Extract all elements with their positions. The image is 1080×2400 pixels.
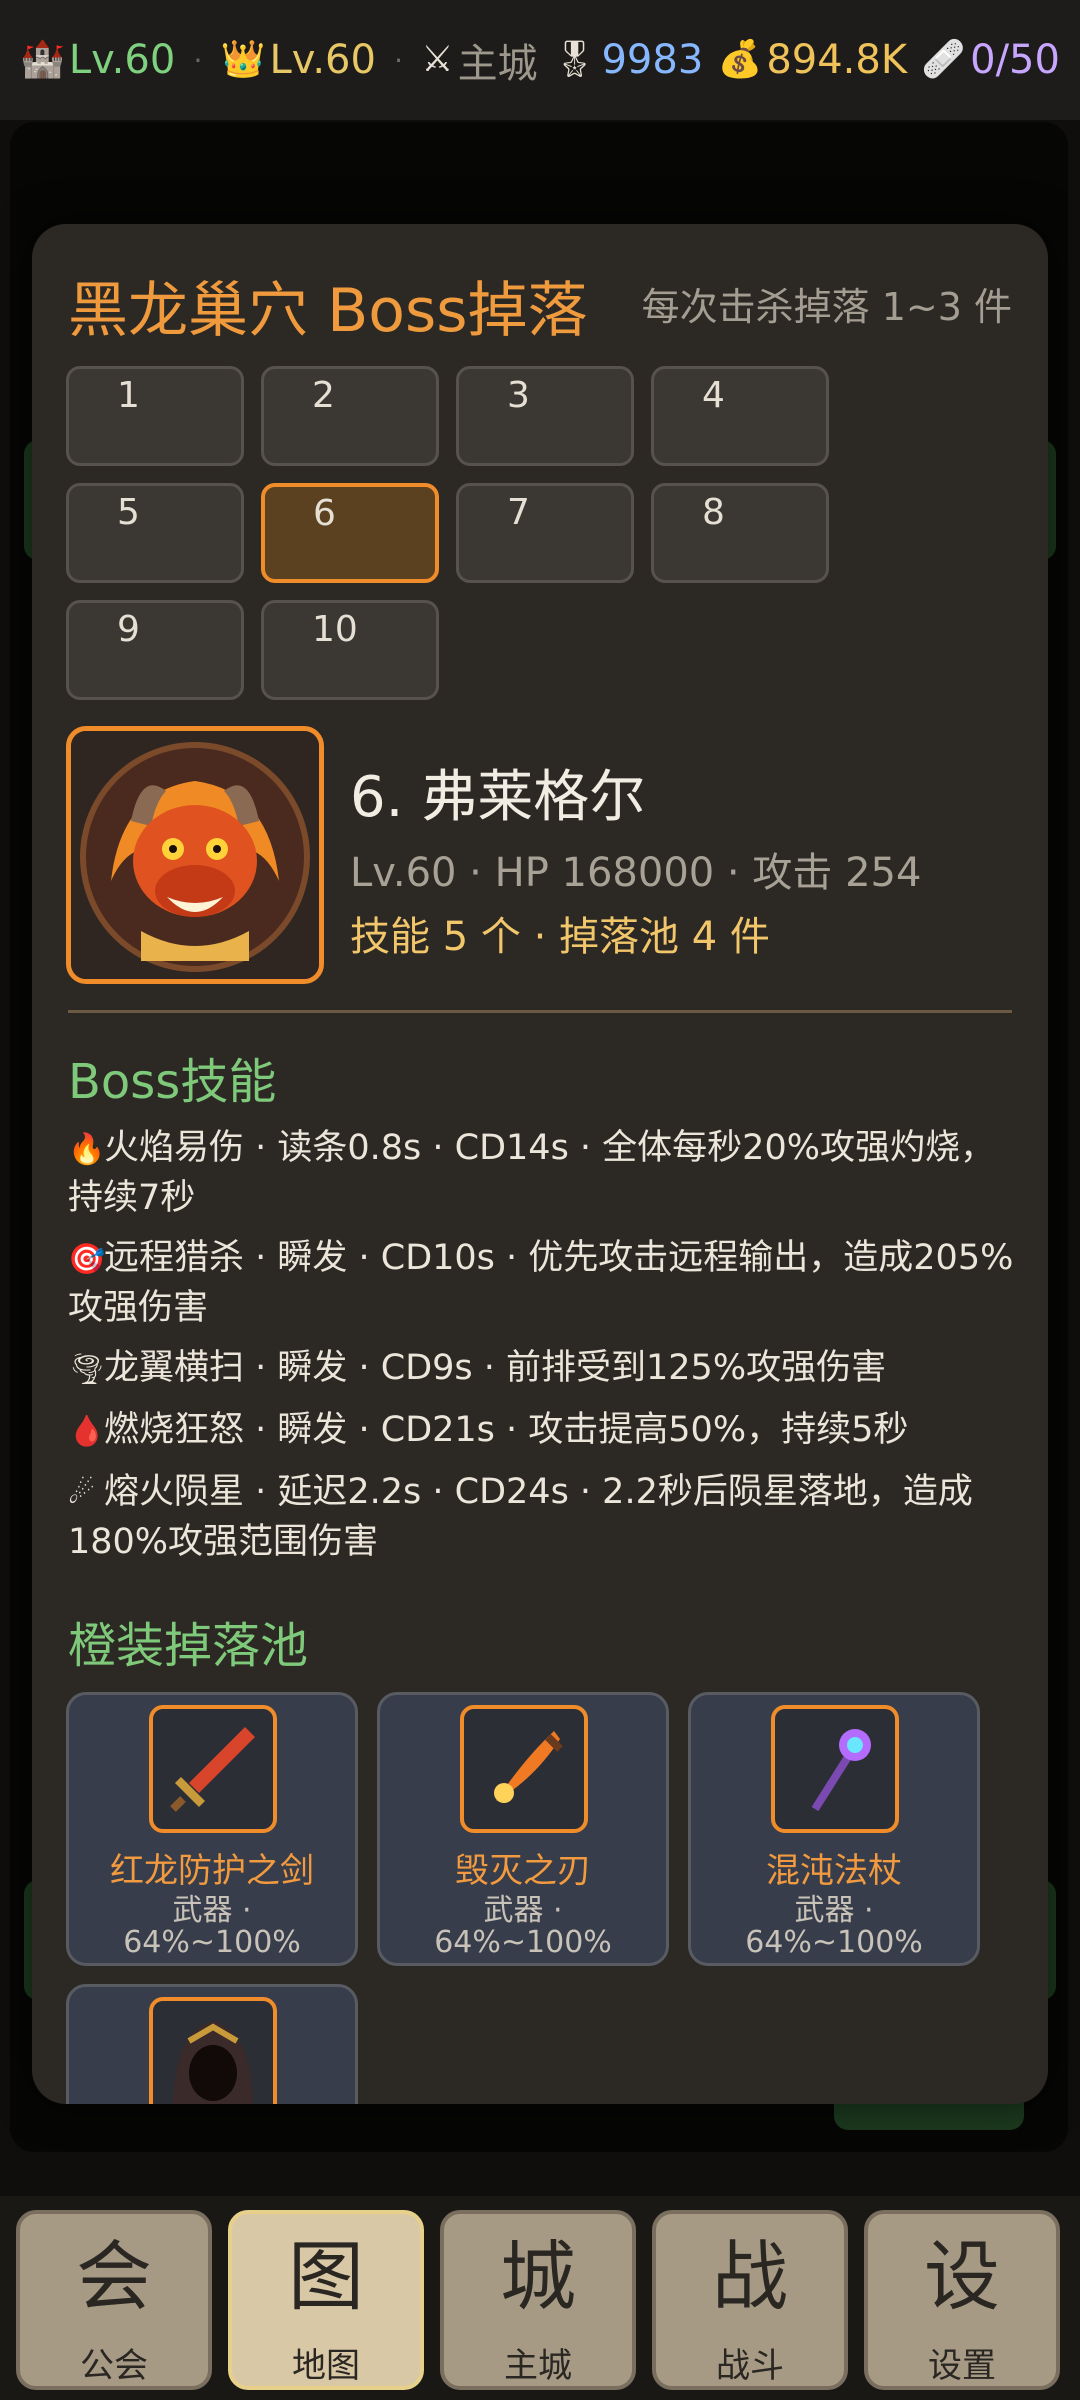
nav-label: 主城	[504, 2346, 572, 2386]
bottom-nav: 会 公会 图 地图 城 主城 战 战斗 设 设置	[0, 2196, 1080, 2400]
nav-label: 战斗	[716, 2346, 784, 2386]
skill-item: 🔥火焰易伤 · 读条0.8s · CD14s · 全体每秒20%攻强灼烧，持续7…	[68, 1124, 1028, 1222]
boss-name: 6. 弗莱格尔	[350, 765, 646, 830]
loot-section-title: 橙装掉落池	[68, 1618, 309, 1674]
loot-grid: 红龙防护之剑 武器 · 64%~100% 毁灭之刃 武器 · 64%~100%	[66, 1692, 1026, 2104]
crossed-swords-icon: ⚔	[421, 39, 454, 80]
boss-summary: 技能 5 个 · 掉落池 4 件	[350, 914, 770, 960]
boss-tab-4[interactable]: 4	[651, 366, 829, 466]
crown-level-value: Lv.60	[269, 37, 376, 83]
divider	[68, 1010, 1012, 1013]
nav-map[interactable]: 图 地图	[228, 2210, 424, 2390]
castle-icon: 🏰	[20, 39, 65, 80]
boss-tab-7[interactable]: 7	[456, 483, 634, 583]
skill-item: 🌪龙翼横扫 · 瞬发 · CD9s · 前排受到125%攻强伤害	[68, 1344, 1028, 1394]
separator-dot: ·	[193, 43, 203, 77]
crown-level-stat: 👑 Lv.60	[221, 37, 376, 83]
loot-type: 武器 ·	[794, 1893, 874, 1928]
dialog-title: 黑龙巢穴 Boss掉落	[68, 276, 588, 346]
medal-value: 9983	[601, 37, 704, 83]
loot-type: 武器 ·	[483, 1893, 563, 1928]
skill-item: 🩸燃烧狂怒 · 瞬发 · CD21s · 攻击提高50%，持续5秒	[68, 1406, 1028, 1456]
boss-tab-2[interactable]: 2	[261, 366, 439, 466]
nav-city[interactable]: 城 主城	[440, 2210, 636, 2390]
loot-item[interactable]: 混沌法杖 武器 · 64%~100%	[688, 1692, 980, 1966]
money-bag-icon: 💰	[717, 39, 763, 80]
skill-list: 🔥火焰易伤 · 读条0.8s · CD14s · 全体每秒20%攻强灼烧，持续7…	[68, 1124, 1028, 1578]
boss-tab-8[interactable]: 8	[651, 483, 829, 583]
city-icon: 城	[500, 2232, 576, 2321]
skill-item: 🎯远程猎杀 · 瞬发 · CD10s · 优先攻击远程输出，造成205%攻强伤害	[68, 1234, 1028, 1332]
map-icon: 图	[288, 2232, 364, 2321]
blade-icon	[460, 1705, 588, 1833]
staff-icon	[771, 1705, 899, 1833]
boss-tab-3[interactable]: 3	[456, 366, 634, 466]
blood-drop-icon: 🩸	[68, 1414, 106, 1449]
separator-dot: ·	[394, 43, 404, 77]
skill-item: ☄ 熔火陨星 · 延迟2.2s · CD24s · 2.2秒后陨星落地，造成180…	[68, 1468, 1028, 1566]
skill-text: 熔火陨星 · 延迟2.2s · CD24s · 2.2秒后陨星落地，造成180%…	[68, 1472, 973, 1562]
red-dragon-icon	[71, 731, 319, 979]
guild-icon: 会	[76, 2232, 152, 2321]
settings-icon: 设	[924, 2232, 1000, 2321]
hood-icon	[149, 1997, 277, 2104]
tornado-icon: 🌪	[68, 1352, 107, 1387]
nav-battle[interactable]: 战 战斗	[652, 2210, 848, 2390]
medal-icon: 🎖	[551, 39, 598, 80]
loot-item[interactable]: 红龙防护之剑 武器 · 64%~100%	[66, 1692, 358, 1966]
boss-portrait	[66, 726, 324, 984]
boss-tab-6-selected[interactable]: 6	[261, 483, 439, 583]
skill-text: 龙翼横扫 · 瞬发 · CD9s · 前排受到125%攻强伤害	[104, 1348, 887, 1388]
meteor-icon: ☄	[68, 1476, 95, 1511]
fire-icon: 🔥	[68, 1132, 106, 1167]
skills-section-title: Boss技能	[68, 1054, 277, 1110]
battle-icon: 战	[712, 2232, 788, 2321]
loot-type: 武器 ·	[172, 1893, 252, 1928]
castle-level-value: Lv.60	[68, 37, 176, 83]
nav-settings[interactable]: 设 设置	[864, 2210, 1060, 2390]
nav-label: 公会	[80, 2346, 148, 2386]
gold-value: 894.8K	[766, 37, 908, 83]
medal-stat: 🎖 9983	[552, 37, 704, 83]
skill-text: 远程猎杀 · 瞬发 · CD10s · 优先攻击远程输出，造成205%攻强伤害	[68, 1238, 1014, 1328]
target-icon: 🎯	[68, 1242, 106, 1277]
skill-text: 燃烧狂怒 · 瞬发 · CD21s · 攻击提高50%，持续5秒	[104, 1410, 909, 1450]
boss-tab-10[interactable]: 10	[261, 600, 439, 700]
nav-label: 地图	[292, 2346, 360, 2386]
bandage-icon: 🩹	[921, 39, 967, 80]
loot-range: 64%~100%	[745, 1925, 923, 1960]
capacity-value: 0/50	[970, 37, 1060, 83]
loot-range: 64%~100%	[434, 1925, 612, 1960]
loot-item[interactable]: 毁灭之刃 武器 · 64%~100%	[377, 1692, 669, 1966]
castle-level-stat: 🏰 Lv.60	[20, 37, 175, 83]
boss-stats: Lv.60 · HP 168000 · 攻击 254	[350, 850, 922, 896]
status-bar: 🏰 Lv.60 · 👑 Lv.60 · ⚔ 主城 🎖 9983 💰 894.8K…	[0, 0, 1080, 120]
boss-tab-1[interactable]: 1	[66, 366, 244, 466]
boss-tab-5[interactable]: 5	[66, 483, 244, 583]
gold-stat: 💰 894.8K	[718, 37, 908, 83]
loot-range: 64%~100%	[123, 1925, 301, 1960]
crown-icon: 👑	[220, 39, 266, 80]
location-stat: ⚔ 主城	[421, 31, 537, 89]
loot-item[interactable]	[66, 1984, 358, 2104]
drop-count-hint: 每次击杀掉落 1~3 件	[641, 285, 1012, 329]
boss-tab-9[interactable]: 9	[66, 600, 244, 700]
capacity-stat: 🩹 0/50	[921, 37, 1060, 83]
location-value: 主城	[457, 41, 538, 87]
skill-text: 火焰易伤 · 读条0.8s · CD14s · 全体每秒20%攻强灼烧，持续7秒	[68, 1128, 995, 1218]
nav-label: 设置	[928, 2346, 996, 2386]
boss-drop-dialog: 黑龙巢穴 Boss掉落 每次击杀掉落 1~3 件 1 2 3 4 5 6 7 8…	[32, 224, 1048, 2104]
nav-guild[interactable]: 会 公会	[16, 2210, 212, 2390]
sword-icon	[149, 1705, 277, 1833]
